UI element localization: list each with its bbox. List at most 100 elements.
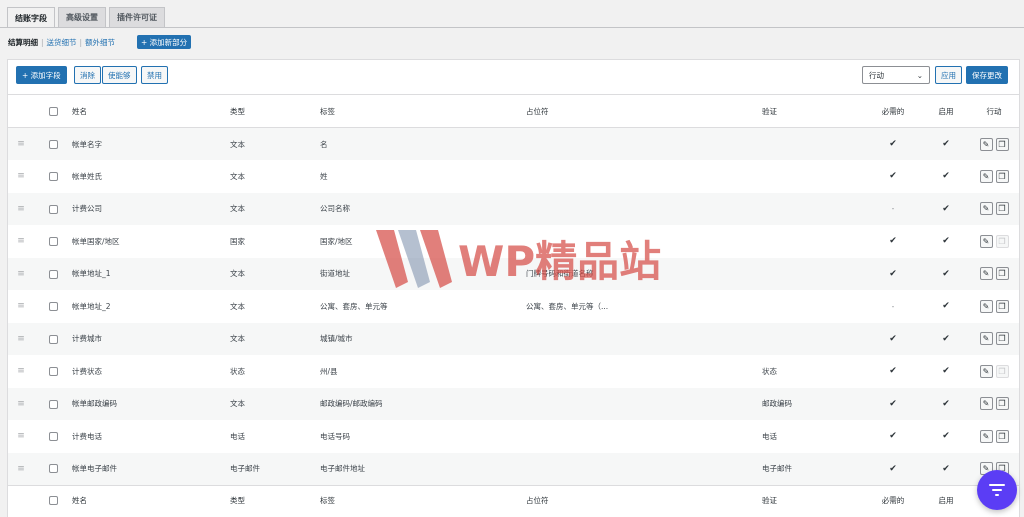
- select-all-checkbox[interactable]: [48, 106, 58, 116]
- field-name: 计费公司: [72, 204, 102, 214]
- row-checkbox[interactable]: [48, 302, 58, 311]
- field-validation: 状态: [762, 366, 777, 376]
- section-additional-details[interactable]: 额外细节: [85, 37, 115, 48]
- copy-icon: ❐: [998, 431, 1006, 441]
- edit-field-button[interactable]: ✎: [979, 267, 993, 281]
- field-name: 帐单地址_2: [72, 301, 111, 311]
- required-indicator: ✔: [889, 236, 897, 247]
- apply-button[interactable]: 应用: [935, 66, 962, 84]
- drag-handle-icon[interactable]: ≡: [17, 171, 25, 181]
- edit-field-button[interactable]: ✎: [979, 332, 993, 346]
- duplicate-field-button[interactable]: ❐: [995, 299, 1009, 313]
- row-checkbox[interactable]: [48, 269, 58, 279]
- col-name: 姓名: [72, 106, 87, 116]
- duplicate-field-button[interactable]: ❐: [995, 364, 1009, 378]
- enabled-indicator: ✔: [942, 366, 950, 377]
- duplicate-field-button[interactable]: ❐: [995, 332, 1009, 346]
- edit-field-button[interactable]: ✎: [979, 137, 993, 151]
- field-placeholder: [526, 453, 762, 486]
- table-row: ≡ 帐单名字 文本 名 ✔ ✔ ✎ ❐: [8, 127, 1019, 161]
- save-changes-button[interactable]: 保存更改: [966, 66, 1008, 84]
- row-checkbox[interactable]: [48, 464, 58, 474]
- enable-button[interactable]: 使能够: [102, 66, 137, 84]
- drag-handle-icon[interactable]: ≡: [17, 366, 25, 376]
- row-checkbox[interactable]: [48, 172, 58, 181]
- select-all-checkbox-footer[interactable]: [48, 496, 58, 505]
- col-label: 标签: [320, 106, 335, 116]
- tab-checkout-fields[interactable]: 结账字段: [7, 7, 55, 28]
- section-shipping-details[interactable]: 送货细节: [47, 37, 77, 48]
- copy-icon: ❐: [998, 301, 1006, 311]
- chat-widget-button[interactable]: [977, 470, 1017, 510]
- section-billing-details[interactable]: 结算明细: [8, 37, 38, 48]
- field-name: 帐单姓氏: [72, 171, 102, 181]
- drag-handle-icon[interactable]: ≡: [17, 464, 25, 474]
- row-checkbox[interactable]: [48, 399, 58, 409]
- duplicate-field-button[interactable]: ❐: [995, 234, 1009, 248]
- bulk-action-select[interactable]: 行动 ⌄: [862, 66, 930, 84]
- edit-field-button[interactable]: ✎: [979, 364, 993, 378]
- col-type: 类型: [230, 106, 245, 116]
- copy-icon: ❐: [998, 334, 1006, 344]
- section-separator: |: [41, 38, 44, 47]
- col-placeholder: 占位符: [526, 106, 549, 116]
- field-validation: [762, 128, 863, 161]
- field-validation: [762, 193, 863, 226]
- pencil-icon: ✎: [982, 366, 990, 376]
- settings-tabs: 结账字段 高级设置 插件许可证: [7, 7, 165, 28]
- drag-handle-icon[interactable]: ≡: [17, 301, 25, 311]
- field-placeholder: [526, 193, 762, 226]
- col-label-footer: 标签: [320, 495, 335, 505]
- field-name: 帐单邮政编码: [72, 399, 117, 409]
- col-type-footer: 类型: [230, 495, 245, 505]
- row-checkbox[interactable]: [48, 334, 58, 344]
- edit-field-button[interactable]: ✎: [979, 202, 993, 216]
- tab-plugin-license[interactable]: 插件许可证: [109, 7, 165, 27]
- add-field-button[interactable]: + 添加字段: [16, 66, 67, 84]
- enabled-indicator: ✔: [942, 268, 950, 279]
- row-checkbox[interactable]: [48, 139, 58, 149]
- add-new-section-button[interactable]: + 添加新部分: [137, 35, 192, 49]
- duplicate-field-button[interactable]: ❐: [995, 397, 1009, 411]
- field-label: 城镇/城市: [320, 334, 353, 344]
- drag-handle-icon[interactable]: ≡: [17, 236, 25, 246]
- edit-field-button[interactable]: ✎: [979, 169, 993, 183]
- row-checkbox[interactable]: [48, 432, 58, 441]
- drag-handle-icon[interactable]: ≡: [17, 431, 25, 441]
- duplicate-field-button[interactable]: ❐: [995, 267, 1009, 281]
- field-placeholder: [526, 420, 762, 453]
- duplicate-field-button[interactable]: ❐: [995, 202, 1009, 216]
- field-name: 帐单电子邮件: [72, 464, 117, 473]
- edit-field-button[interactable]: ✎: [979, 429, 993, 443]
- drag-handle-icon[interactable]: ≡: [17, 399, 25, 409]
- edit-field-button[interactable]: ✎: [979, 299, 993, 313]
- tab-advanced-settings[interactable]: 高级设置: [58, 7, 106, 27]
- col-validation: 验证: [762, 106, 777, 116]
- remove-button[interactable]: 消除: [74, 66, 101, 84]
- enabled-indicator: ✔: [942, 431, 950, 442]
- drag-handle-icon[interactable]: ≡: [17, 204, 25, 214]
- edit-field-button[interactable]: ✎: [979, 234, 993, 248]
- field-validation: [762, 160, 863, 193]
- field-type: 文本: [230, 399, 245, 409]
- row-checkbox[interactable]: [48, 367, 58, 376]
- row-checkbox[interactable]: [48, 237, 58, 246]
- duplicate-field-button[interactable]: ❐: [995, 169, 1009, 183]
- fields-table: 姓名 类型 标签 占位符 验证 必需的 启用 行动 ≡ 帐单名字 文本 名 ✔ …: [8, 94, 1019, 515]
- drag-handle-icon[interactable]: ≡: [17, 334, 25, 344]
- table-row: ≡ 计费电话 电话 电话号码 电话 ✔ ✔ ✎ ❐: [8, 420, 1019, 453]
- duplicate-field-button[interactable]: ❐: [995, 429, 1009, 443]
- row-checkbox[interactable]: [48, 204, 58, 214]
- drag-handle-icon[interactable]: ≡: [17, 269, 25, 279]
- edit-field-button[interactable]: ✎: [979, 397, 993, 411]
- table-row: ≡ 计费状态 状态 州/县 状态 ✔ ✔ ✎ ❐: [8, 355, 1019, 388]
- field-label: 公司名称: [320, 204, 350, 214]
- drag-handle-icon[interactable]: ≡: [17, 139, 25, 149]
- duplicate-field-button[interactable]: ❐: [995, 137, 1009, 151]
- col-validation-footer: 验证: [762, 495, 777, 505]
- field-placeholder: [526, 388, 762, 421]
- disable-button[interactable]: 禁用: [141, 66, 168, 84]
- table-row: ≡ 帐单地址_1 文本 街道地址 门牌号码和街道名称 ✔ ✔ ✎ ❐: [8, 257, 1019, 290]
- pencil-icon: ✎: [982, 334, 990, 344]
- field-name: 帐单名字: [72, 139, 102, 149]
